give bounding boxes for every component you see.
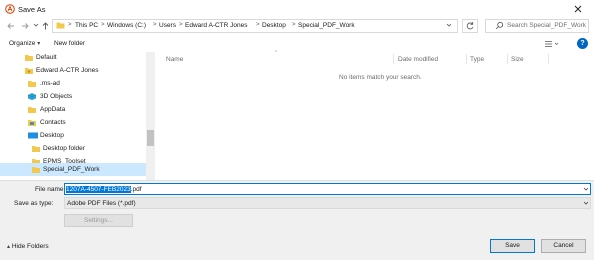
nav-item-label: Edward A-CTR Jones [36,67,99,74]
chevron-up-icon: ▴ [7,244,11,250]
nav-item-3d-objects[interactable]: 3D Objects [0,91,146,103]
breadcrumb-users[interactable]: Users [159,22,176,29]
hide-folders-toggle[interactable]: ▴ Hide Folders [7,243,49,250]
save-as-type-value: Adobe PDF Files (*.pdf) [67,200,136,207]
folder-icon [56,21,65,29]
navigation-pane: Default Edward A-CTR Jones .ms-ad 3D Obj… [0,52,155,180]
back-arrow-icon [7,23,14,29]
close-button[interactable] [568,2,588,16]
save-as-type-select[interactable] [64,197,591,209]
back-button[interactable] [6,21,16,31]
settings-button[interactable]: Settings... [64,214,133,227]
nav-item-label: .ms-ad [40,80,60,87]
organize-button[interactable]: Organize ▾ [9,40,40,47]
nav-item-label: 3D Objects [40,93,73,100]
address-dropdown-button[interactable] [446,22,452,28]
nav-item-ms-ad[interactable]: .ms-ad [0,78,146,90]
breadcrumb-this-pc[interactable]: This PC [75,22,98,29]
nav-item-label: Contacts [40,119,66,126]
column-divider[interactable] [393,54,394,64]
desktop-icon [28,132,38,139]
file-name-selected-text: 1207A-4507-FEB2023 [66,185,131,193]
column-type[interactable]: Type [470,56,484,63]
column-divider[interactable] [507,54,508,64]
contacts-icon [28,119,36,126]
nav-scrollbar[interactable] [146,52,155,180]
nav-item-label: Desktop [40,132,64,139]
breadcrumb-user[interactable]: Edward A-CTR Jones [185,22,248,29]
search-placeholder: Search Special_PDF_Work [507,21,586,29]
file-name-label: File name: [35,186,66,193]
sort-arrow-icon: ⌃ [274,50,279,56]
nav-item-label: Desktop folder [43,145,85,152]
nav-item-label: Special_PDF_Work [43,166,100,173]
column-date-modified[interactable]: Date modified [398,56,438,63]
breadcrumb-separator: > [153,21,157,28]
folder-icon [25,54,33,61]
column-divider[interactable] [466,54,467,64]
nav-item-label: Default [36,54,57,61]
folder-icon [32,166,40,173]
forward-button[interactable] [20,21,30,31]
breadcrumb-separator: > [292,21,296,28]
nav-item-default[interactable]: Default [0,52,146,64]
recent-locations-button[interactable] [33,22,39,28]
nav-item-appdata[interactable]: AppData [0,104,146,116]
chevron-down-icon [583,187,589,191]
nav-item-special-pdf-work[interactable]: Special_PDF_Work [0,163,146,176]
column-size[interactable]: Size [511,56,524,63]
save-as-type-dropdown-button[interactable] [583,200,589,206]
chevron-down-icon [583,201,589,205]
column-header-row [158,53,594,65]
refresh-icon [466,22,474,30]
folder-icon [32,145,40,152]
breadcrumb-separator: > [179,21,183,28]
chevron-down-icon [33,23,39,27]
column-name[interactable]: Name [166,56,183,63]
breadcrumb-desktop[interactable]: Desktop [262,22,286,29]
file-name-dropdown-button[interactable] [583,186,589,192]
save-as-type-label: Save as type: [14,200,54,207]
cancel-button[interactable]: Cancel [541,239,586,253]
nav-item-label: AppData [40,106,66,113]
close-icon [574,5,582,13]
file-name-field[interactable] [64,183,591,195]
window-title: Save As [18,5,46,14]
chevron-down-icon [446,23,452,27]
organize-label: Organize [9,40,36,47]
chevron-down-icon: ▾ [37,41,41,47]
save-button[interactable]: Save [490,239,535,253]
nav-item-user[interactable]: Edward A-CTR Jones [0,65,146,77]
title-bar [0,0,594,18]
up-button[interactable] [41,21,50,31]
breadcrumb-separator: > [256,21,260,28]
nav-scrollbar-thumb[interactable] [147,130,154,146]
forward-arrow-icon [22,23,29,29]
empty-message: No items match your search. [339,74,422,81]
view-list-icon [545,41,559,47]
breadcrumb-separator: > [101,21,105,28]
breadcrumb-special-pdf-work[interactable]: Special_PDF_Work [298,22,355,29]
up-arrow-icon [42,22,49,30]
file-name-value[interactable]: 1207A-4507-FEB2023.pdf [66,185,142,193]
folder-icon [28,80,36,87]
new-folder-button[interactable]: New folder [54,40,85,47]
acrobat-icon [5,4,15,14]
search-icon [495,21,504,30]
change-view-button[interactable] [544,39,560,50]
nav-item-contacts[interactable]: Contacts [0,117,146,129]
help-button[interactable]: ? [577,38,588,49]
refresh-button[interactable] [462,19,478,33]
file-name-extension: .pdf [130,185,142,193]
3d-objects-icon [28,93,36,100]
folder-icon [28,106,36,113]
breadcrumb-separator: > [68,21,72,28]
hide-folders-label: Hide Folders [11,243,49,250]
column-divider[interactable] [548,54,549,64]
nav-item-desktop[interactable]: Desktop [0,130,146,142]
breadcrumb-windows-c[interactable]: Windows (C:) [107,22,146,29]
nav-item-desktop-folder[interactable]: Desktop folder [0,143,146,155]
user-icon [25,67,33,74]
